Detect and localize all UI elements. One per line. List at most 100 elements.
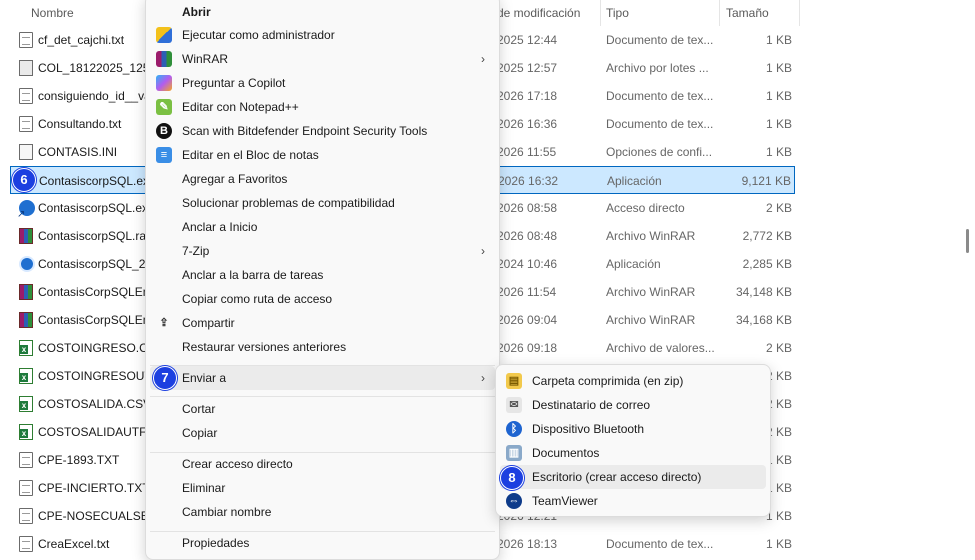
menu-item-cambiar-nombre[interactable]: Cambiar nombre xyxy=(150,500,495,524)
context-menu: Abrir Ejecutar como administrador WinRAR › P… xyxy=(145,0,500,560)
bitdefender-icon: B xyxy=(156,123,172,139)
uac-shield-icon xyxy=(156,27,172,43)
menu-separator xyxy=(150,531,495,532)
menu-item-preguntar-a-copilot[interactable]: Preguntar a Copilot xyxy=(150,71,495,95)
file-date: 2026 08:58 xyxy=(497,201,558,215)
menu-item-label: WinRAR xyxy=(182,52,229,66)
menu-item-restaurar-versiones-anteriores[interactable]: Restaurar versiones anteriores xyxy=(150,335,495,359)
file-type: Archivo de valores... xyxy=(606,341,715,355)
file-type: Documento de tex... xyxy=(606,89,714,103)
menu-item-label: Copiar xyxy=(182,426,218,440)
file-size: 1 KB xyxy=(765,537,792,551)
menu-item-label: Escritorio (crear acceso directo) xyxy=(532,470,702,484)
file-size: 1 KB xyxy=(765,89,792,103)
csv-file-icon xyxy=(19,396,33,412)
menu-item-eliminar[interactable]: Eliminar xyxy=(150,476,495,500)
menu-item-propiedades[interactable]: Propiedades xyxy=(150,531,495,555)
file-type: Documento de tex... xyxy=(606,117,714,131)
file-type: Archivo WinRAR xyxy=(606,229,696,243)
menu-item-anclar-a-inicio[interactable]: Anclar a Inicio xyxy=(150,215,495,239)
text-file-icon xyxy=(19,452,33,468)
winrar-icon xyxy=(156,51,172,67)
column-header-name[interactable]: Nombre xyxy=(31,0,74,26)
menu-item-copiar[interactable]: Copiar xyxy=(150,421,495,445)
menu-item-label: Editar en el Bloc de notas xyxy=(182,148,319,162)
menu-item-label: Compartir xyxy=(182,316,235,330)
file-date: 2026 17:18 xyxy=(497,89,558,103)
teamviewer-icon: ⇔ xyxy=(506,493,522,509)
file-name: CreaExcel.txt xyxy=(38,537,110,551)
file-type: Documento de tex... xyxy=(606,537,714,551)
file-name: CONTASIS.INI xyxy=(38,145,118,159)
sendto-item-dispositivo-bluetooth[interactable]: ᛒ Dispositivo Bluetooth xyxy=(500,417,766,441)
menu-item-label: Cortar xyxy=(182,402,216,416)
column-header-date[interactable]: de modificación xyxy=(497,0,580,26)
menu-item-label: Eliminar xyxy=(182,481,226,495)
menu-item-label: Copiar como ruta de acceso xyxy=(182,292,333,306)
text-file-icon xyxy=(19,32,33,48)
column-divider[interactable] xyxy=(799,0,800,26)
menu-item-copiar-como-ruta-de-acceso[interactable]: Copiar como ruta de acceso xyxy=(150,287,495,311)
winrar-file-icon xyxy=(19,312,33,328)
menu-separator xyxy=(150,365,495,366)
menu-item-editar-en-el-bloc-de-notas[interactable]: ≡ Editar en el Bloc de notas xyxy=(150,143,495,167)
menu-item-label: Crear acceso directo xyxy=(182,457,293,471)
menu-item-label: Anclar a Inicio xyxy=(182,220,258,234)
sendto-item-carpeta-comprimida-en-zip[interactable]: ▤ Carpeta comprimida (en zip) xyxy=(500,369,766,393)
column-divider[interactable] xyxy=(600,0,601,26)
file-date: 2026 16:36 xyxy=(497,117,558,131)
menu-item-agregar-a-favoritos[interactable]: Agregar a Favoritos xyxy=(150,167,495,191)
menu-item-label: Anclar a la barra de tareas xyxy=(182,268,324,282)
menu-item-editar-con-notepad[interactable]: ✎ Editar con Notepad++ xyxy=(150,95,495,119)
file-name: ContasisCorpSQLEm xyxy=(38,313,153,327)
menu-item-label: Scan with Bitdefender Endpoint Security … xyxy=(182,124,428,138)
file-date: 2026 11:55 xyxy=(497,145,557,159)
winrar-file-icon xyxy=(19,228,33,244)
step-badge-6: 6 xyxy=(12,168,36,192)
menu-item-scan-with-bitdefender-endpoint-security-tools[interactable]: B Scan with Bitdefender Endpoint Security… xyxy=(150,119,495,143)
csv-file-icon xyxy=(19,424,33,440)
file-name: CPE-1893.TXT xyxy=(38,453,120,467)
menu-item-label: Solucionar problemas de compatibilidad xyxy=(182,196,395,210)
menu-item-crear-acceso-directo[interactable]: Crear acceso directo xyxy=(150,452,495,476)
file-date: 2026 11:54 xyxy=(497,285,557,299)
file-type: Archivo WinRAR xyxy=(606,285,696,299)
sendto-item-escritorio-crear-acceso-directo[interactable]: ▭Escritorio (crear acceso directo) xyxy=(500,465,766,489)
menu-item-abrir[interactable]: Abrir xyxy=(150,0,495,24)
sendto-item-destinatario-de-correo[interactable]: ✉ Destinatario de correo xyxy=(500,393,766,417)
menu-item-winrar[interactable]: WinRAR › xyxy=(150,47,495,71)
file-size: 2 KB xyxy=(765,341,792,355)
vertical-scrollbar-thumb[interactable] xyxy=(966,229,969,253)
csv-file-icon xyxy=(19,368,33,384)
chevron-right-icon: › xyxy=(481,371,485,385)
menu-item-compartir[interactable]: ⇪ Compartir xyxy=(150,311,495,335)
chevron-right-icon: › xyxy=(481,244,485,258)
menu-item-cortar[interactable]: Cortar xyxy=(150,397,495,421)
file-size: 1 KB xyxy=(765,61,792,75)
menu-item-anclar-a-la-barra-de-tareas[interactable]: Anclar a la barra de tareas xyxy=(150,263,495,287)
file-size: 9,121 KB xyxy=(741,174,791,188)
column-header-size[interactable]: Tamaño xyxy=(726,0,769,26)
file-date: 2026 09:18 xyxy=(497,341,558,355)
file-size: 2 KB xyxy=(765,201,792,215)
file-type: Documento de tex... xyxy=(606,33,714,47)
notepadpp-icon: ✎ xyxy=(156,99,172,115)
menu-item-label: Enviar a xyxy=(182,371,227,385)
menu-item-ejecutar-como-administrador[interactable]: Ejecutar como administrador xyxy=(150,23,495,47)
documents-icon: ▥ xyxy=(506,445,522,461)
menu-item-7-zip[interactable]: 7-Zip › xyxy=(150,239,495,263)
file-date: 2026 16:32 xyxy=(498,174,559,188)
file-date: 2025 12:57 xyxy=(497,61,558,75)
file-name: COSTOSALIDA.CSV xyxy=(38,397,152,411)
sendto-item-teamviewer[interactable]: ⇔ TeamViewer xyxy=(500,489,766,513)
file-date: 2025 12:44 xyxy=(497,33,558,47)
menu-item-label: Editar con Notepad++ xyxy=(182,100,299,114)
sendto-item-documentos[interactable]: ▥ Documentos xyxy=(500,441,766,465)
menu-item-label: Ejecutar como administrador xyxy=(182,28,335,42)
file-size: 1 KB xyxy=(765,117,792,131)
menu-item-solucionar-problemas-de-compatibilidad[interactable]: Solucionar problemas de compatibilidad xyxy=(150,191,495,215)
menu-item-enviar-a[interactable]: Enviar a › xyxy=(150,366,495,390)
column-divider[interactable] xyxy=(719,0,720,26)
file-date: 2026 08:48 xyxy=(497,229,558,243)
column-header-type[interactable]: Tipo xyxy=(606,0,629,26)
